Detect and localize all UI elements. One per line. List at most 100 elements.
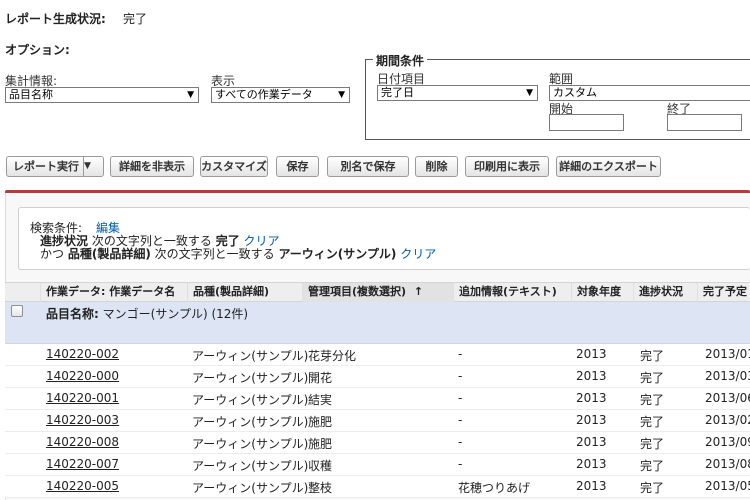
filter-2-value: アーウィン(サンプル) xyxy=(278,247,397,261)
header-work-data-name[interactable]: 作業データ: 作業データ名 xyxy=(41,283,188,302)
cell-management-item: 結実 xyxy=(308,393,333,407)
cell-additional-info: - xyxy=(458,435,463,449)
cell-planned-completion: 2013/09 xyxy=(705,435,750,449)
cell-variety: アーウィン(サンプル) xyxy=(192,481,309,495)
cell-additional-info: - xyxy=(458,347,463,361)
chevron-down-icon: ▼ xyxy=(526,88,533,98)
table-row: 140220-003 アーウィン(サンプル) 施肥 - 2013 完了 2013/02 xyxy=(5,410,750,432)
cell-target-year: 2013 xyxy=(576,391,607,405)
summary-select[interactable]: 品目名称 ▼ xyxy=(5,87,199,103)
cell-work-data-id[interactable]: 140220-005 xyxy=(46,479,119,493)
group-label: 品目名称: xyxy=(46,307,99,321)
save-button[interactable]: 保存 xyxy=(276,156,319,177)
cell-progress: 完了 xyxy=(640,459,665,473)
cell-planned-completion: 2013/02 xyxy=(705,413,750,427)
summary-select-value: 品目名称 xyxy=(9,88,53,101)
cell-target-year: 2013 xyxy=(576,435,607,449)
cell-work-data-id[interactable]: 140220-002 xyxy=(46,347,119,361)
table-row: 140220-007 アーウィン(サンプル) 収穫 - 2013 完了 2013/08 xyxy=(5,454,750,476)
cell-variety: アーウィン(サンプル) xyxy=(192,371,309,385)
cell-additional-info: - xyxy=(458,413,463,427)
cell-progress: 完了 xyxy=(640,393,665,407)
cell-variety: アーウィン(サンプル) xyxy=(192,349,309,363)
report-status-label: レポート生成状況: xyxy=(5,12,106,26)
customize-button[interactable]: カスタマイズ xyxy=(200,156,268,177)
export-details-button[interactable]: 詳細のエクスポート xyxy=(556,156,661,177)
header-target-year[interactable]: 対象年度 xyxy=(572,283,634,302)
cell-progress: 完了 xyxy=(640,481,665,495)
cell-management-item: 施肥 xyxy=(308,415,333,429)
cell-management-item: 施肥 xyxy=(308,437,333,451)
header-management-items[interactable]: 管理項目(複数選択) ↑ xyxy=(303,283,454,302)
cell-planned-completion: 2013/01 xyxy=(705,347,750,361)
cell-progress: 完了 xyxy=(640,437,665,451)
cell-target-year: 2013 xyxy=(576,479,607,493)
cell-variety: アーウィン(サンプル) xyxy=(192,437,309,451)
cell-planned-completion: 2013/03 xyxy=(705,369,750,383)
cell-management-item: 整枝 xyxy=(308,481,333,495)
cell-target-year: 2013 xyxy=(576,347,607,361)
header-additional-info[interactable]: 追加情報(テキスト) xyxy=(454,283,572,302)
cell-management-item: 花芽分化 xyxy=(308,349,357,363)
cell-work-data-id[interactable]: 140220-008 xyxy=(46,435,119,449)
run-report-label: レポート実行 xyxy=(13,160,79,173)
save-as-button[interactable]: 別名で保存 xyxy=(327,156,409,177)
cell-additional-info: - xyxy=(458,391,463,405)
display-select[interactable]: すべての作業データ ▼ xyxy=(211,87,350,103)
printable-view-button[interactable]: 印刷用に表示 xyxy=(465,156,549,177)
cell-planned-completion: 2013/08 xyxy=(705,457,750,471)
cell-work-data-id[interactable]: 140220-007 xyxy=(46,457,119,471)
cell-target-year: 2013 xyxy=(576,413,607,427)
sort-ascending-icon: ↑ xyxy=(413,285,424,298)
start-date-input[interactable] xyxy=(549,114,624,131)
cell-progress: 完了 xyxy=(640,371,665,385)
hide-details-button[interactable]: 詳細を非表示 xyxy=(110,156,194,177)
date-field-select[interactable]: 完了日 ▼ xyxy=(377,85,538,101)
cell-additional-info: - xyxy=(458,369,463,383)
cell-variety: アーウィン(サンプル) xyxy=(192,415,309,429)
group-value: マンゴー(サンプル) (12件) xyxy=(102,307,249,321)
date-field-value: 完了日 xyxy=(381,86,414,99)
cell-additional-info: 花穂つりあげ xyxy=(458,481,531,495)
table-header: 作業データ: 作業データ名 品種(製品詳細) 管理項目(複数選択) ↑ 追加情報… xyxy=(5,282,750,302)
table-row: 140220-008 アーウィン(サンプル) 施肥 - 2013 完了 2013/09 xyxy=(5,432,750,454)
header-planned-completion[interactable]: 完了予定 xyxy=(698,283,750,302)
header-variety[interactable]: 品種(製品詳細) xyxy=(188,283,303,302)
cell-work-data-id[interactable]: 140220-001 xyxy=(46,391,119,405)
filter-2-clear-link[interactable]: クリア xyxy=(400,247,436,261)
filter-2-prefix: かつ xyxy=(40,247,65,261)
range-select[interactable]: カスタム xyxy=(549,85,750,101)
table-row: 140220-001 アーウィン(サンプル) 結実 - 2013 完了 2013/06 xyxy=(5,388,750,410)
group-heading: 品目名称: マンゴー(サンプル) (12件) xyxy=(46,305,248,322)
cell-additional-info: - xyxy=(458,457,463,471)
period-conditions-legend: 期間条件 xyxy=(373,52,428,69)
range-value: カスタム xyxy=(553,86,597,99)
table-row: 140220-000 アーウィン(サンプル) 開花 - 2013 完了 2013/03 xyxy=(5,366,750,388)
cell-variety: アーウィン(サンプル) xyxy=(192,393,309,407)
cell-progress: 完了 xyxy=(640,349,665,363)
header-progress[interactable]: 進捗状況 xyxy=(634,283,698,302)
run-report-button[interactable]: レポート実行 ▼ xyxy=(6,156,104,177)
group-select-checkbox[interactable] xyxy=(11,305,23,317)
delete-button[interactable]: 削除 xyxy=(415,156,458,177)
cell-target-year: 2013 xyxy=(576,457,607,471)
cell-variety: アーウィン(サンプル) xyxy=(192,459,309,473)
end-date-input[interactable] xyxy=(667,114,742,131)
filter-2-operator: 次の文字列と一致する xyxy=(154,247,275,261)
chevron-down-icon: ▼ xyxy=(187,90,194,100)
run-report-menu-chevron-icon[interactable]: ▼ xyxy=(83,157,103,176)
cell-management-item: 収穫 xyxy=(308,459,333,473)
cell-work-data-id[interactable]: 140220-003 xyxy=(46,413,119,427)
filter-line-2: かつ 品種(製品詳細) 次の文字列と一致する アーウィン(サンプル) クリア xyxy=(40,245,436,262)
cell-planned-completion: 2013/05 xyxy=(705,479,750,493)
header-management-items-label: 管理項目(複数選択) xyxy=(308,285,407,298)
header-select-column xyxy=(5,283,41,302)
cell-progress: 完了 xyxy=(640,415,665,429)
cell-work-data-id[interactable]: 140220-000 xyxy=(46,369,119,383)
report-status-value: 完了 xyxy=(123,12,148,26)
options-label: オプション: xyxy=(5,43,70,57)
cell-planned-completion: 2013/06 xyxy=(705,391,750,405)
cell-target-year: 2013 xyxy=(576,369,607,383)
cell-management-item: 開花 xyxy=(308,371,333,385)
chevron-down-icon: ▼ xyxy=(338,90,345,100)
